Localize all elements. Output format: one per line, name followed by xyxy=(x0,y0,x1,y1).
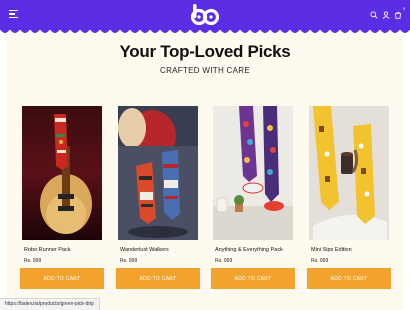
section-subtitle: CRAFTED WITH CARE xyxy=(160,66,250,75)
add-to-cart-button[interactable]: ADD TO CART xyxy=(307,268,391,289)
product-price: Rs. 999 xyxy=(311,258,329,264)
product-price: Rs. 999 xyxy=(24,258,42,264)
product-name[interactable]: Robo Runner Pack xyxy=(24,247,102,253)
product-price: Rs. 999 xyxy=(215,258,233,264)
cart-count-badge: 0 xyxy=(403,6,406,11)
add-to-cart-button[interactable]: ADD TO CART xyxy=(211,268,295,289)
site-header: bo 0 xyxy=(0,0,410,30)
search-icon[interactable] xyxy=(370,11,378,19)
add-to-cart-button[interactable]: ADD TO CART xyxy=(20,268,104,289)
product-name[interactable]: Mini Sips Edition xyxy=(311,247,389,253)
user-icon[interactable] xyxy=(382,11,390,19)
header-wave-edge xyxy=(0,29,410,33)
product-image-wanderlust-walkers[interactable] xyxy=(118,106,198,240)
product-price: Rs. 999 xyxy=(120,258,138,264)
brand-logo[interactable]: bo xyxy=(190,3,220,27)
product-image-robo-runner[interactable] xyxy=(22,106,102,240)
product-name[interactable]: Anything & Everything Pack xyxy=(215,247,293,253)
product-grid: Robo Runner Pack Rs. 999 ADD TO CART Wan… xyxy=(0,106,410,290)
product-image-mini-sips[interactable] xyxy=(309,106,389,240)
add-to-cart-button[interactable]: ADD TO CART xyxy=(116,268,200,289)
hamburger-menu-icon[interactable] xyxy=(9,10,18,19)
section-title: Your Top-Loved Picks xyxy=(119,42,291,61)
product-image-anything-everything[interactable] xyxy=(213,106,293,240)
cart-icon[interactable] xyxy=(394,11,402,19)
status-bar-url: https://balenzia/products/green-pick-dri… xyxy=(0,298,100,310)
product-name[interactable]: Wanderlust Walkers xyxy=(120,247,198,253)
